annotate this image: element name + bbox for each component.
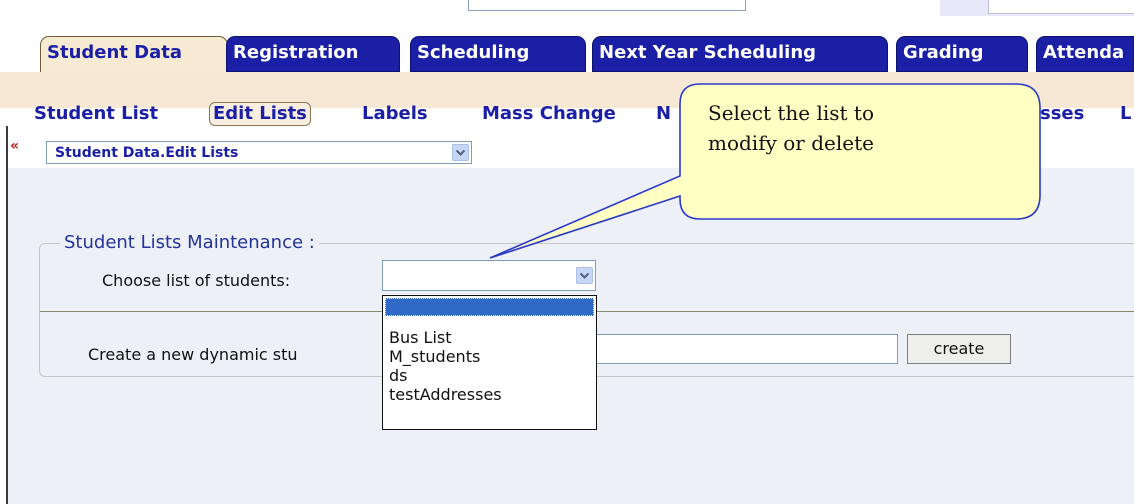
callout-line-2: modify or delete bbox=[708, 131, 874, 155]
callout-bubble bbox=[489, 83, 1041, 259]
callout-text: Select the list to modify or delete bbox=[708, 98, 1008, 158]
callout-line-1: Select the list to bbox=[708, 101, 875, 125]
